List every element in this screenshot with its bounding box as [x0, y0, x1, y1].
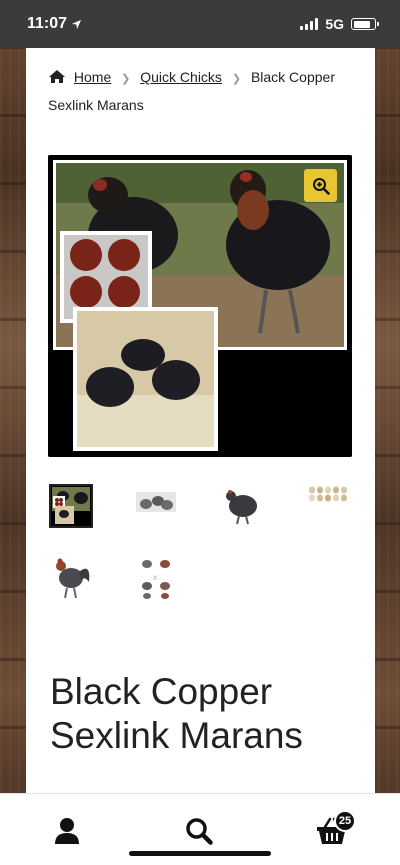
- search-button[interactable]: [182, 814, 216, 848]
- thumbnail-collage-image: [51, 486, 91, 526]
- zoom-in-icon: [312, 177, 330, 195]
- status-time: 11:07: [27, 15, 82, 33]
- svg-text:X: X: [153, 576, 157, 582]
- home-icon[interactable]: [48, 69, 66, 84]
- network-label: 5G: [325, 16, 344, 32]
- thumbnail-hen-image: [226, 490, 257, 525]
- thumbnail-chicks[interactable]: [134, 484, 178, 528]
- breadcrumb-category-link[interactable]: Quick Chicks: [140, 69, 222, 85]
- thumbnail-hen[interactable]: [219, 484, 263, 528]
- thumbnail-chart-image: X: [142, 560, 170, 599]
- product-title: Black Copper Sexlink Marans: [50, 671, 303, 756]
- zoom-button[interactable]: [304, 169, 337, 202]
- account-button[interactable]: [50, 814, 84, 848]
- location-arrow-icon: [71, 19, 82, 29]
- breadcrumb: Home ❯ Quick Chicks ❯ Black Copper Sexli…: [48, 64, 348, 118]
- thumbnail-collage[interactable]: [49, 484, 93, 528]
- thumbnail-eggs[interactable]: [306, 484, 354, 528]
- thumbnail-eggs-image: [309, 486, 347, 502]
- chevron-right-icon: ❯: [231, 73, 242, 85]
- status-bar: 11:07 5G: [0, 0, 400, 48]
- cart-count-badge: 25: [334, 810, 356, 832]
- user-icon: [55, 818, 79, 844]
- chevron-right-icon: ❯: [121, 73, 131, 85]
- time-label: 11:07: [27, 15, 68, 32]
- main-product-image[interactable]: [48, 155, 352, 457]
- breadcrumb-home-link[interactable]: Home: [74, 69, 111, 85]
- product-card: Home ❯ Quick Chicks ❯ Black Copper Sexli…: [26, 48, 375, 793]
- thumbnail-chart[interactable]: X: [135, 552, 179, 602]
- thumbnail-chicks-image: [136, 492, 176, 512]
- search-icon: [186, 818, 213, 845]
- thumbnail-rooster[interactable]: [49, 552, 95, 602]
- battery-icon: [351, 18, 379, 30]
- thumbnail-rooster-image: [56, 558, 90, 599]
- home-indicator: [129, 851, 271, 856]
- status-indicators: 5G: [300, 16, 379, 32]
- signal-icon: [300, 18, 319, 30]
